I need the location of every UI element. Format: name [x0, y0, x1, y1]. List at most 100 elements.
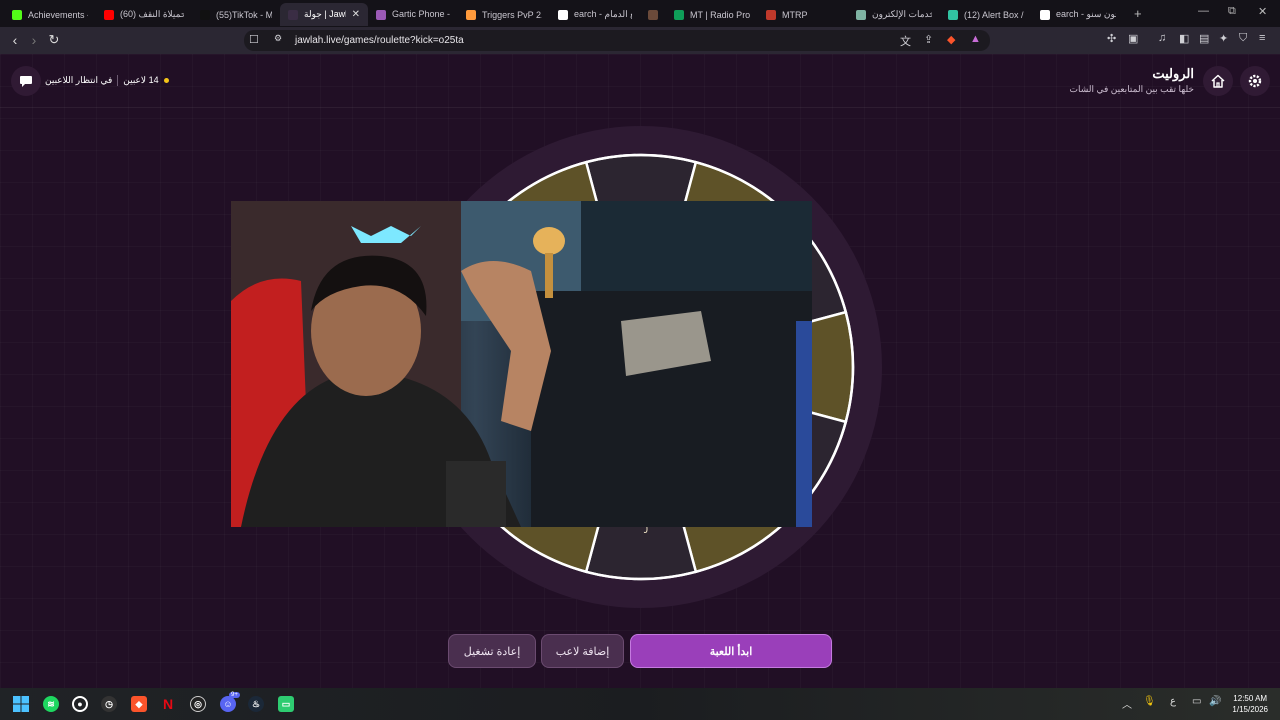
reload-icon[interactable]: ↻	[46, 32, 62, 48]
player-status: في انتظار اللاعبين 14 لاعبين	[45, 75, 169, 86]
browser-tab[interactable]: جولة | Jawlah ✕	[280, 3, 368, 26]
translate-icon[interactable]: 文	[900, 33, 911, 49]
url-text[interactable]: jawlah.live/games/roulette?kick=o25ta	[295, 35, 464, 46]
browser-tab[interactable]: MTRP	[758, 3, 848, 26]
wallet-icon[interactable]: ▤	[1199, 32, 1209, 45]
tray-chevron-icon[interactable]: ︿	[1122, 696, 1132, 711]
browser-tab-label: Triggers PvP 2.0	[482, 9, 542, 20]
gartic-icon	[376, 9, 386, 20]
browser-tab[interactable]: (60) حميلاة النقف	[96, 3, 192, 26]
webcam-overlay	[231, 201, 812, 527]
kick-icon	[12, 9, 22, 20]
browser-tab-label: (55)TikTok - Mak	[216, 9, 272, 20]
status-divider	[117, 75, 119, 86]
page-subtitle: خلها تقب بين المتابعين في الشات	[1069, 84, 1194, 94]
browser-tab-label: (12) Alert Box / S	[964, 9, 1024, 20]
minimize-button[interactable]: —	[1198, 5, 1209, 17]
roulette-page: الروليت خلها تقب بين المتابعين في الشات …	[0, 54, 1280, 688]
browser-tab-label: earch - تلع الدمام	[574, 9, 632, 19]
url-bar[interactable]: ☐ ⚙ jawlah.live/games/roulette?kick=o25t…	[244, 30, 990, 51]
brave-rewards-icon[interactable]: ▲	[970, 33, 981, 45]
close-window-button[interactable]: ✕	[1258, 5, 1267, 18]
obs-icon[interactable]: ●	[72, 696, 88, 712]
share-icon[interactable]: ⇪	[924, 33, 933, 46]
browser-tab-bar: Achievements - K (60) حميلاة النقف (55)Tik…	[0, 0, 1280, 27]
browser-tab[interactable]: الخدمات الإلكترون	[848, 3, 940, 26]
timer-app-icon[interactable]: ◷	[101, 696, 117, 712]
back-icon[interactable]: ‹	[7, 32, 23, 48]
browser-tab-label: الخدمات الإلكترون	[872, 9, 932, 19]
alertbox-icon	[948, 9, 958, 20]
microphone-icon[interactable]: 🎙	[1143, 696, 1156, 707]
add-player-button[interactable]: إضافة لاعب	[541, 634, 624, 668]
menu-icon[interactable]: ≡	[1259, 32, 1265, 44]
browser-tab[interactable]: Gartic Phone - يو	[368, 3, 458, 26]
brave-browser-icon[interactable]: ◆	[131, 696, 147, 712]
mtrp-icon	[766, 9, 776, 20]
page-title: الروليت	[1152, 66, 1194, 81]
brave-shields-icon[interactable]: ◆	[947, 33, 955, 46]
triggers-icon	[466, 9, 476, 20]
browser-tab[interactable]: earch - تلع الدمام	[550, 3, 640, 26]
status-waiting-text: في انتظار اللاعبين	[45, 75, 113, 85]
windows-taskbar: ≋ ● ◷ ◆ N ◎ ☺ 9+ ♨ ▭ ︿ 🎙 ع ▭ 🔊 12:50 AM …	[0, 688, 1280, 720]
browser-tab[interactable]: mt	[640, 3, 666, 26]
home-icon	[1211, 74, 1225, 88]
language-indicator[interactable]: ع	[1170, 696, 1176, 707]
forward-icon[interactable]: ›	[26, 32, 42, 48]
media-icon[interactable]: ♫	[1158, 32, 1166, 44]
windows-start-icon[interactable]	[13, 696, 29, 712]
browser-tab-label: (60) حميلاة النقف	[120, 9, 184, 19]
address-toolbar: ‹ › ↻ ☐ ⚙ jawlah.live/games/roulette?kic…	[0, 27, 1280, 54]
clock-date: 1/15/2026	[1232, 705, 1268, 714]
vpn-icon[interactable]: ⛉	[1239, 32, 1247, 45]
netflix-icon[interactable]: N	[160, 696, 176, 712]
sheets-icon	[674, 9, 684, 20]
discord-icon[interactable]: ☺	[220, 696, 236, 712]
page-header: الروليت خلها تقب بين المتابعين في الشات …	[0, 54, 1280, 108]
loading-icon	[856, 9, 866, 20]
clock-time: 12:50 AM	[1233, 694, 1268, 703]
screenshot-icon[interactable]: ▣	[1128, 32, 1138, 45]
chat-app-icon[interactable]: ▭	[278, 696, 294, 712]
home-button[interactable]	[1203, 66, 1233, 96]
gear-icon	[1248, 74, 1262, 88]
browser-tab[interactable]: Triggers PvP 2.0	[458, 3, 550, 26]
google-icon	[558, 9, 568, 20]
chat-button[interactable]	[11, 66, 41, 96]
browser-tab-label: جولة | Jawlah	[304, 9, 346, 19]
browser-tab[interactable]: (55)TikTok - Mak	[192, 3, 280, 26]
system-clock[interactable]: 12:50 AM 1/15/2026	[1232, 693, 1268, 715]
maximize-button[interactable]: ⧉	[1228, 5, 1236, 18]
discord-badge: 9+	[229, 692, 240, 698]
browser-tab-label: MTRP	[782, 9, 808, 20]
steam-icon[interactable]: ♨	[248, 696, 264, 712]
network-icon[interactable]: ▭	[1192, 696, 1201, 707]
youtube-icon	[104, 9, 114, 20]
leo-icon[interactable]: ✦	[1219, 32, 1228, 45]
browser-tab-label: MT | Radio Proto	[690, 9, 750, 20]
volume-icon[interactable]: 🔊	[1209, 696, 1221, 707]
bookmark-icon[interactable]: ☐	[249, 33, 259, 46]
settings-button[interactable]	[1240, 66, 1270, 96]
close-tab-icon[interactable]: ✕	[352, 9, 360, 20]
google-icon	[1040, 9, 1050, 20]
app-icon[interactable]: ◎	[190, 696, 206, 712]
tiktok-icon	[200, 9, 210, 20]
browser-tab[interactable]: Achievements - K	[4, 3, 96, 26]
site-settings-icon[interactable]: ⚙	[274, 33, 282, 44]
mt-icon	[648, 9, 658, 20]
browser-tab[interactable]: MT | Radio Proto	[666, 3, 758, 26]
spotify-icon[interactable]: ≋	[43, 696, 59, 712]
new-tab-button[interactable]: +	[1134, 6, 1142, 21]
restart-button[interactable]: إعادة تشغيل	[448, 634, 536, 668]
browser-tab[interactable]: earch - جون سنو	[1032, 3, 1124, 26]
start-game-button[interactable]: ابدأ اللعبة	[630, 634, 832, 668]
sidebar-icon[interactable]: ◧	[1179, 32, 1189, 45]
status-dot	[163, 78, 169, 83]
browser-tab-label: Gartic Phone - يو	[392, 9, 450, 19]
extensions-icon[interactable]: ✣	[1107, 32, 1116, 45]
browser-tab[interactable]: (12) Alert Box / S	[940, 3, 1032, 26]
webcam-feed-image	[231, 201, 812, 527]
player-count: 14 لاعبين	[123, 75, 159, 85]
